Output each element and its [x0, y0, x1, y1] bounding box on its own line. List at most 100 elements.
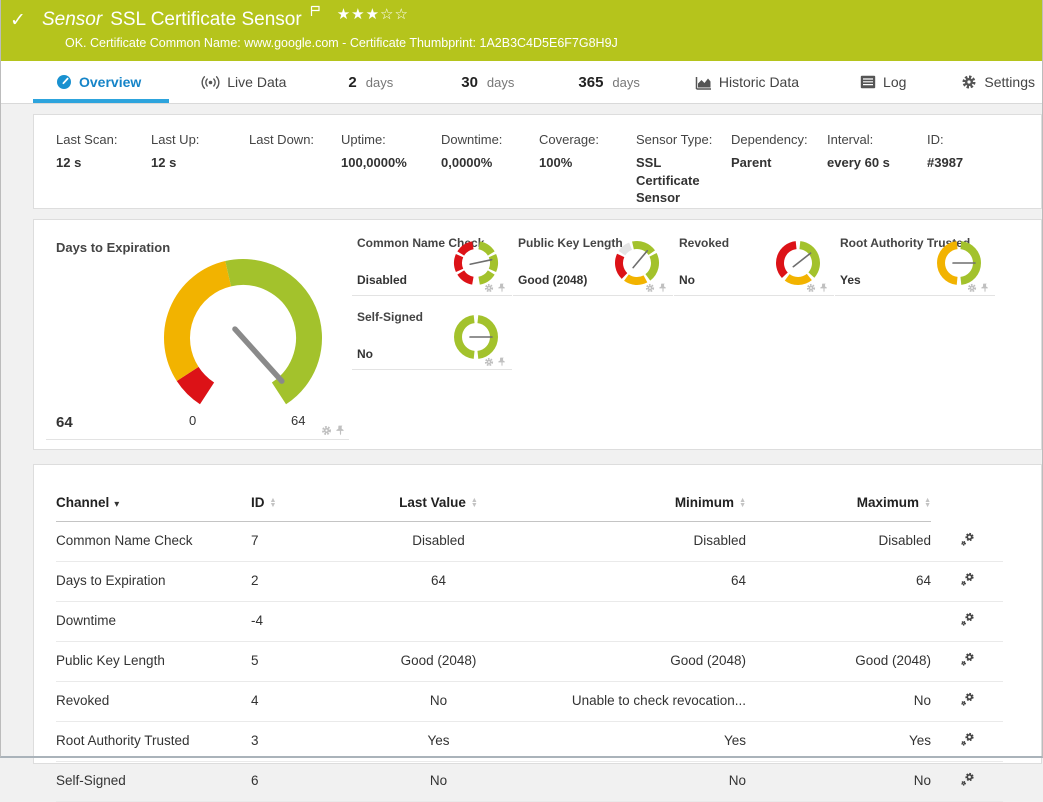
sort-icon: ▲▼ [739, 498, 746, 508]
flag-icon[interactable] [310, 4, 321, 22]
last-value-cell: Good (2048) [346, 641, 531, 681]
gauge-gear-icon[interactable] [484, 357, 494, 367]
pin-icon[interactable] [498, 283, 506, 293]
info-label: Last Up: [151, 132, 241, 147]
gauge-self-signed: Self-Signed No [352, 304, 512, 370]
info-value: SSL Certificate Sensor [636, 154, 708, 207]
priority-star-rating[interactable]: ★★★☆☆ [337, 5, 409, 23]
channel-name-cell: Downtime [56, 601, 251, 641]
gauge-public-key-length: Public Key Length Good (2048) [513, 230, 673, 296]
status-ok-check-icon: ✓ [10, 9, 34, 32]
channel-settings-cell [931, 761, 1003, 801]
table-row[interactable]: Self-Signed6NoNoNo [56, 761, 1003, 801]
minimum-cell: Unable to check revocation... [531, 681, 746, 721]
table-row[interactable]: Days to Expiration2646464 [56, 561, 1003, 601]
gauge-scale-max: 64 [291, 413, 305, 428]
channel-name-cell: Root Authority Trusted [56, 721, 251, 761]
info-value: 12 s [151, 154, 241, 172]
column-header-last-value[interactable]: Last Value▲▼ [346, 489, 531, 522]
table-row[interactable]: Downtime-4 [56, 601, 1003, 641]
info-value: 12 s [56, 154, 143, 172]
gauge-title: Revoked [679, 236, 729, 250]
pin-icon[interactable] [336, 425, 345, 436]
channel-settings-gears-icon[interactable] [959, 571, 976, 591]
root-authority-trusted-gauge-chart [935, 239, 983, 287]
stars-filled: ★★★ [337, 6, 380, 23]
info-value: Parent [731, 154, 819, 172]
tab-log[interactable]: Log [860, 61, 906, 103]
public-key-length-gauge-chart [613, 239, 661, 287]
channel-settings-gears-icon[interactable] [959, 691, 976, 711]
stars-empty: ☆☆ [380, 6, 409, 23]
gauge-gear-icon[interactable] [967, 283, 977, 293]
pin-icon[interactable] [659, 283, 667, 293]
channels-panel: Channel▾ ID▲▼ Last Value▲▼ Minimum▲▼ Max… [33, 464, 1042, 764]
channel-id-cell: -4 [251, 601, 346, 641]
table-row[interactable]: Common Name Check7DisabledDisabledDisabl… [56, 522, 1003, 562]
sort-icon: ▲▼ [471, 498, 478, 508]
pin-icon[interactable] [981, 283, 989, 293]
gauge-current-value: No [357, 347, 373, 361]
table-row[interactable]: Public Key Length5Good (2048)Good (2048)… [56, 641, 1003, 681]
channel-settings-gears-icon[interactable] [959, 771, 976, 791]
info-value: 100,0000% [341, 154, 433, 172]
table-row[interactable]: Root Authority Trusted3YesYesYes [56, 721, 1003, 761]
info-label: Uptime: [341, 132, 433, 147]
column-label: Channel [56, 495, 109, 510]
tab-30-days[interactable]: 30 days [461, 61, 514, 103]
tab-2-days[interactable]: 2 days [348, 61, 393, 103]
channel-name-cell: Public Key Length [56, 641, 251, 681]
gauge-gear-icon[interactable] [645, 283, 655, 293]
pin-icon[interactable] [820, 283, 828, 293]
info-value: every 60 s [827, 154, 919, 172]
tab-historic-data[interactable]: Historic Data [695, 61, 799, 103]
channel-settings-cell [931, 561, 1003, 601]
tab-settings[interactable]: Settings [961, 61, 1035, 103]
channels-table-body: Common Name Check7DisabledDisabledDisabl… [56, 522, 1003, 802]
object-kind-label: Sensor [42, 9, 102, 31]
gauge-days-to-expiration: Days to Expiration 64 0 64 [46, 230, 349, 440]
channel-id-cell: 5 [251, 641, 346, 681]
sensor-header: ✓ Sensor SSL Certificate Sensor ★★★☆☆ OK… [0, 0, 1043, 61]
gauge-current-value: Disabled [357, 273, 407, 287]
gauge-current-value: 64 [56, 414, 73, 431]
info-uptime: Uptime: 100,0000% [341, 132, 441, 208]
table-row[interactable]: Revoked4NoUnable to check revocation...N… [56, 681, 1003, 721]
channel-settings-cell [931, 641, 1003, 681]
channel-name-cell: Self-Signed [56, 761, 251, 801]
gauge-scale-min: 0 [189, 413, 196, 428]
tab-overview[interactable]: Overview [56, 61, 141, 103]
channels-table: Channel▾ ID▲▼ Last Value▲▼ Minimum▲▼ Max… [56, 489, 1003, 802]
tab-bar: Overview Live Data 2 days 30 days 365 da… [0, 61, 1043, 104]
info-last-down: Last Down: [249, 132, 341, 208]
channel-settings-gears-icon[interactable] [959, 611, 976, 631]
minimum-cell: Good (2048) [531, 641, 746, 681]
channel-settings-gears-icon[interactable] [959, 651, 976, 671]
gauge-gear-icon[interactable] [806, 283, 816, 293]
channel-id-cell: 3 [251, 721, 346, 761]
channel-id-cell: 4 [251, 681, 346, 721]
last-value-cell: No [346, 681, 531, 721]
info-label: Coverage: [539, 132, 628, 147]
column-header-minimum[interactable]: Minimum▲▼ [531, 489, 746, 522]
channel-settings-gears-icon[interactable] [959, 731, 976, 751]
info-coverage: Coverage: 100% [539, 132, 636, 208]
column-label: ID [251, 495, 265, 510]
tab-live-data[interactable]: Live Data [201, 61, 286, 103]
tab-365-days[interactable]: 365 days [578, 61, 640, 103]
column-header-actions [931, 489, 1003, 522]
tab-settings-label: Settings [984, 74, 1035, 90]
pin-icon[interactable] [498, 357, 506, 367]
tab-2-days-number: 2 [348, 74, 356, 91]
minimum-cell [531, 601, 746, 641]
gauge-title: Self-Signed [357, 310, 423, 324]
column-header-channel[interactable]: Channel▾ [56, 489, 251, 522]
channel-settings-gears-icon[interactable] [959, 531, 976, 551]
column-header-maximum[interactable]: Maximum▲▼ [746, 489, 931, 522]
column-header-id[interactable]: ID▲▼ [251, 489, 346, 522]
gauge-gear-icon[interactable] [321, 425, 332, 436]
gauge-gear-icon[interactable] [484, 283, 494, 293]
days-to-expiration-gauge-chart [138, 248, 348, 420]
info-value: 0,0000% [441, 154, 531, 172]
channel-settings-cell [931, 522, 1003, 562]
